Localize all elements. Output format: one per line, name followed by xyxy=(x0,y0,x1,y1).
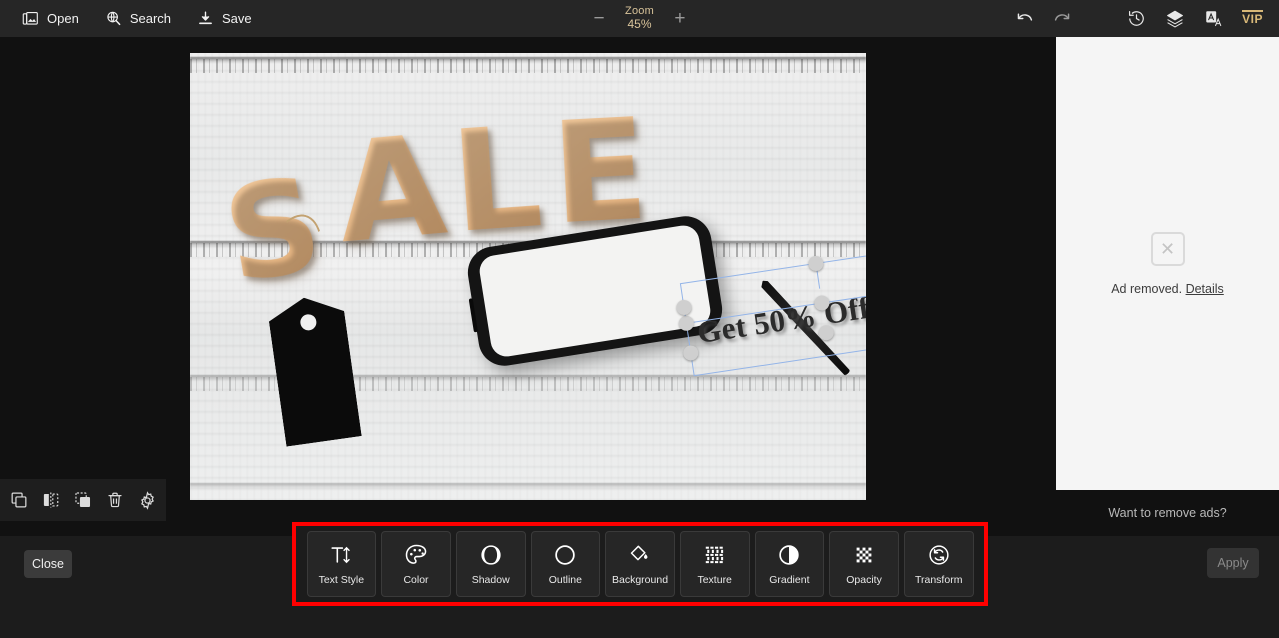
top-toolbar: Open Search Save − Zoom 45% + VIP xyxy=(0,0,1279,37)
layers-icon[interactable] xyxy=(1165,9,1185,28)
zoom-readout: Zoom 45% xyxy=(625,5,654,31)
tool-label: Shadow xyxy=(471,574,510,587)
open-image-icon xyxy=(22,10,39,27)
gradient-icon xyxy=(777,542,801,568)
history-icon[interactable] xyxy=(1127,9,1146,28)
shadow-icon xyxy=(479,542,503,568)
top-toolbar-left-group: Open Search Save xyxy=(0,6,252,32)
ad-removed-message: Ad removed. Details xyxy=(1111,282,1224,296)
tool-label: Color xyxy=(403,574,429,587)
color-palette-icon xyxy=(404,542,429,568)
price-tag-hole xyxy=(299,313,317,331)
text-tools-strip: Text Style Color Shadow Outline Backgrou… xyxy=(296,526,984,602)
undo-icon[interactable] xyxy=(1015,10,1034,27)
tool-label: Texture xyxy=(697,574,732,587)
flip-horizontal-icon[interactable] xyxy=(38,487,64,513)
tool-color[interactable]: Color xyxy=(381,531,451,597)
settings-gear-icon[interactable] xyxy=(134,487,160,513)
texture-icon xyxy=(703,542,727,568)
zoom-value: 45% xyxy=(627,16,652,31)
tool-label: Outline xyxy=(548,574,582,587)
wood-letter-l: L xyxy=(446,96,547,265)
tool-transform[interactable]: Transform xyxy=(903,531,974,597)
search-button-label: Search xyxy=(129,11,172,26)
text-style-icon xyxy=(329,542,353,568)
object-actions-toolbar xyxy=(0,479,166,521)
save-button[interactable]: Save xyxy=(197,6,252,32)
open-button[interactable]: Open xyxy=(22,6,79,32)
open-button-label: Open xyxy=(47,11,79,26)
ad-removed-placeholder-icon: ✕ xyxy=(1150,231,1185,266)
search-button[interactable]: Search xyxy=(105,6,171,32)
save-button-label: Save xyxy=(222,11,252,26)
search-icon xyxy=(105,10,122,27)
tool-label: Text Style xyxy=(318,574,365,587)
tool-label: Gradient xyxy=(769,574,810,587)
delete-icon[interactable] xyxy=(102,487,128,513)
tool-texture[interactable]: Texture xyxy=(679,531,750,597)
remove-ads-prompt[interactable]: Want to remove ads? xyxy=(1056,490,1279,536)
tool-gradient[interactable]: Gradient xyxy=(754,531,825,597)
tool-label: Background xyxy=(612,574,669,587)
top-toolbar-right-group: VIP xyxy=(1015,0,1263,37)
transform-icon xyxy=(927,542,951,568)
arrange-layer-icon[interactable] xyxy=(70,487,96,513)
ad-removed-text: Ad removed. xyxy=(1111,281,1183,296)
vip-badge[interactable]: VIP xyxy=(1242,10,1263,26)
opacity-icon xyxy=(852,542,876,568)
image-canvas[interactable]: S A L E Get 50% Off Now! xyxy=(190,53,866,500)
wood-letter-a: A xyxy=(331,104,452,275)
phone-screen xyxy=(477,223,713,359)
photo-editor-window: Open Search Save − Zoom 45% + VIP S A L … xyxy=(0,0,1279,638)
tool-shadow[interactable]: Shadow xyxy=(455,531,526,597)
translate-icon[interactable] xyxy=(1204,9,1223,28)
tool-outline[interactable]: Outline xyxy=(530,531,601,597)
text-layer-object[interactable]: Get 50% Off Now! xyxy=(675,241,866,377)
plank-speckle xyxy=(190,59,866,73)
zoom-out-button[interactable]: − xyxy=(591,9,607,28)
apply-button[interactable]: Apply xyxy=(1207,548,1259,578)
tool-opacity[interactable]: Opacity xyxy=(829,531,899,597)
ad-details-link[interactable]: Details xyxy=(1186,282,1224,296)
plank-seam xyxy=(190,483,866,490)
tool-label: Opacity xyxy=(846,574,882,587)
ad-panel: ✕ Ad removed. Details xyxy=(1056,37,1279,490)
duplicate-icon[interactable] xyxy=(6,487,32,513)
zoom-in-button[interactable]: + xyxy=(672,9,688,28)
redo-icon[interactable] xyxy=(1053,10,1072,27)
outline-icon xyxy=(553,542,577,568)
background-fill-icon xyxy=(628,542,652,568)
close-button[interactable]: Close xyxy=(24,550,72,578)
tool-text-style[interactable]: Text Style xyxy=(306,531,377,597)
tool-label: Transform xyxy=(914,574,963,587)
download-save-icon xyxy=(197,10,214,27)
tool-background[interactable]: Background xyxy=(605,531,675,597)
